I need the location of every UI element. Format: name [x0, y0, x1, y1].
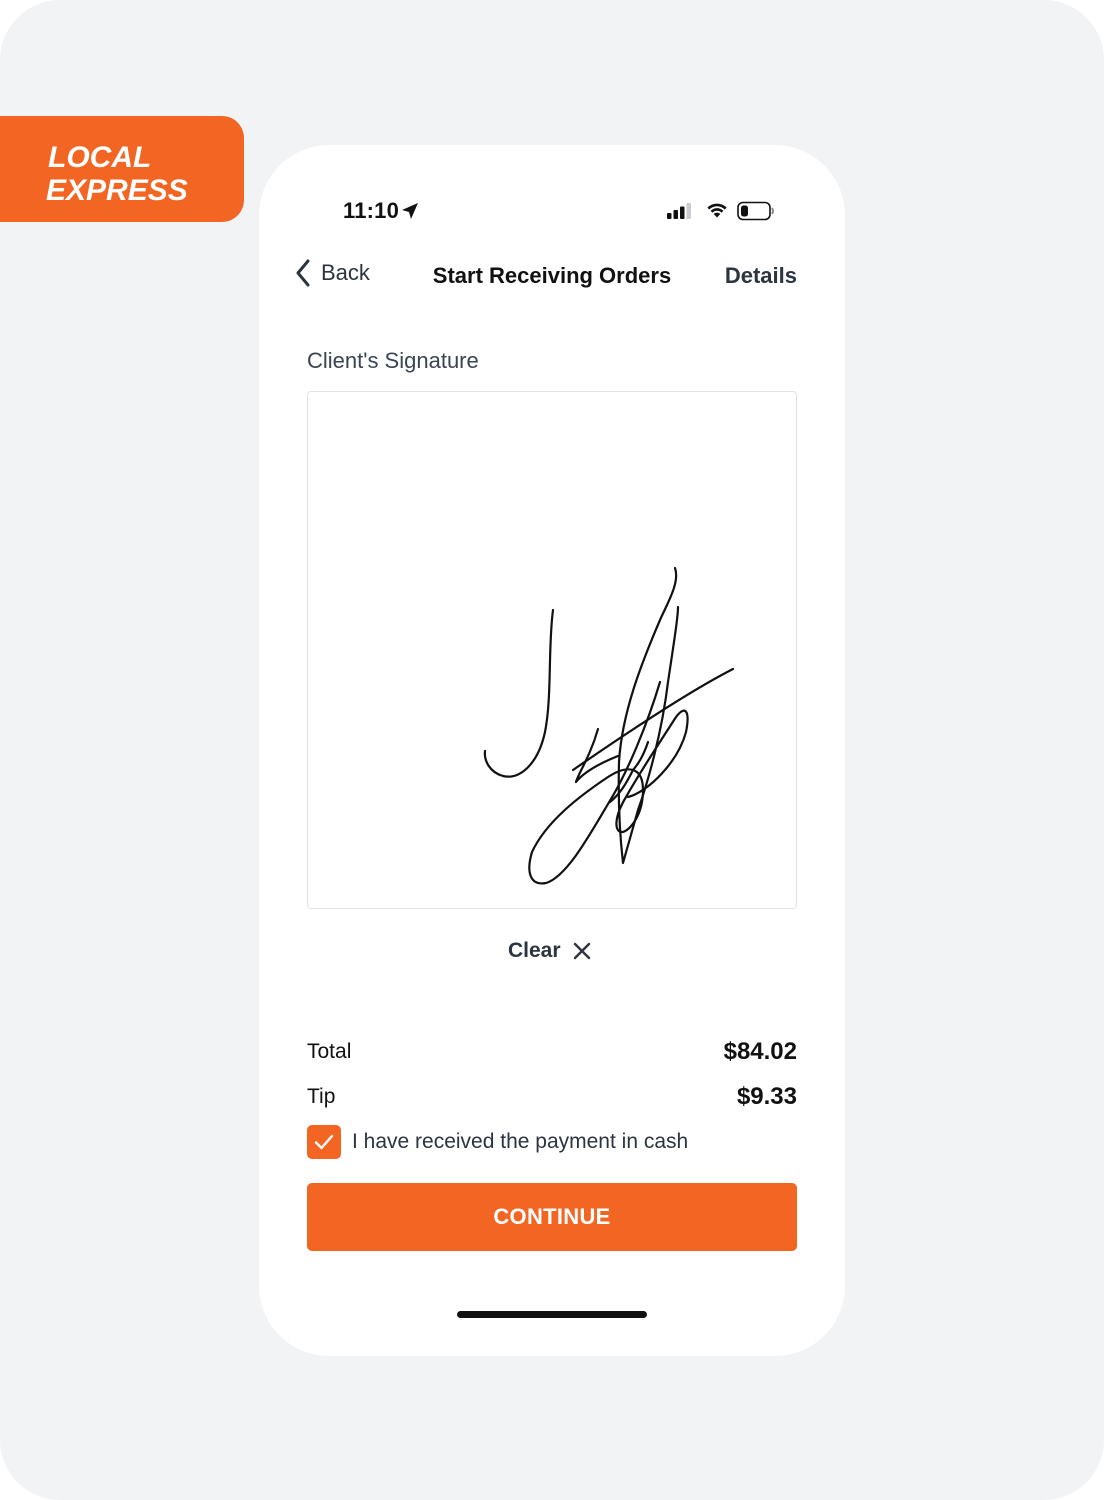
close-icon: [573, 942, 590, 960]
signature-label: Client's Signature: [307, 348, 479, 373]
tip-row: Tip $9.33: [307, 1083, 797, 1115]
logo-line-2: EXPRESS: [46, 174, 188, 206]
checkmark-icon: [314, 1134, 334, 1150]
continue-button[interactable]: CONTINUE: [307, 1183, 797, 1251]
tip-label: Tip: [307, 1085, 336, 1108]
cash-payment-checkbox[interactable]: [307, 1125, 341, 1159]
home-indicator[interactable]: [457, 1311, 647, 1318]
signature-drawing: [483, 566, 735, 885]
details-button[interactable]: Details: [725, 263, 797, 289]
local-express-logo: LOCAL EXPRESS: [46, 141, 188, 206]
clear-signature-button[interactable]: Clear: [508, 939, 591, 963]
wifi-icon: [707, 203, 727, 218]
brand-logo-badge: LOCAL EXPRESS: [0, 116, 244, 222]
phone-screen: 11:10 Back Start Receiving Orders Detail…: [259, 145, 845, 1356]
signature-pad[interactable]: [307, 391, 797, 909]
total-label: Total: [307, 1040, 352, 1063]
page-background: LOCAL EXPRESS 11:10 Back Start Receiving…: [0, 0, 1104, 1500]
cellular-signal-icon: [667, 203, 691, 219]
status-time: 11:10: [343, 198, 400, 223]
logo-line-1: LOCAL: [48, 141, 151, 174]
navigation-bar: Back Start Receiving Orders Details: [259, 255, 845, 295]
location-arrow-icon: [402, 203, 418, 219]
clear-label: Clear: [508, 939, 561, 962]
cash-payment-label: I have received the payment in cash: [352, 1130, 689, 1153]
total-row: Total $84.02: [307, 1038, 797, 1070]
battery-icon: [737, 201, 774, 221]
tip-value: $9.33: [736, 1083, 797, 1110]
cash-payment-checkbox-row[interactable]: I have received the payment in cash: [307, 1125, 688, 1159]
total-value: $84.02: [723, 1038, 797, 1065]
